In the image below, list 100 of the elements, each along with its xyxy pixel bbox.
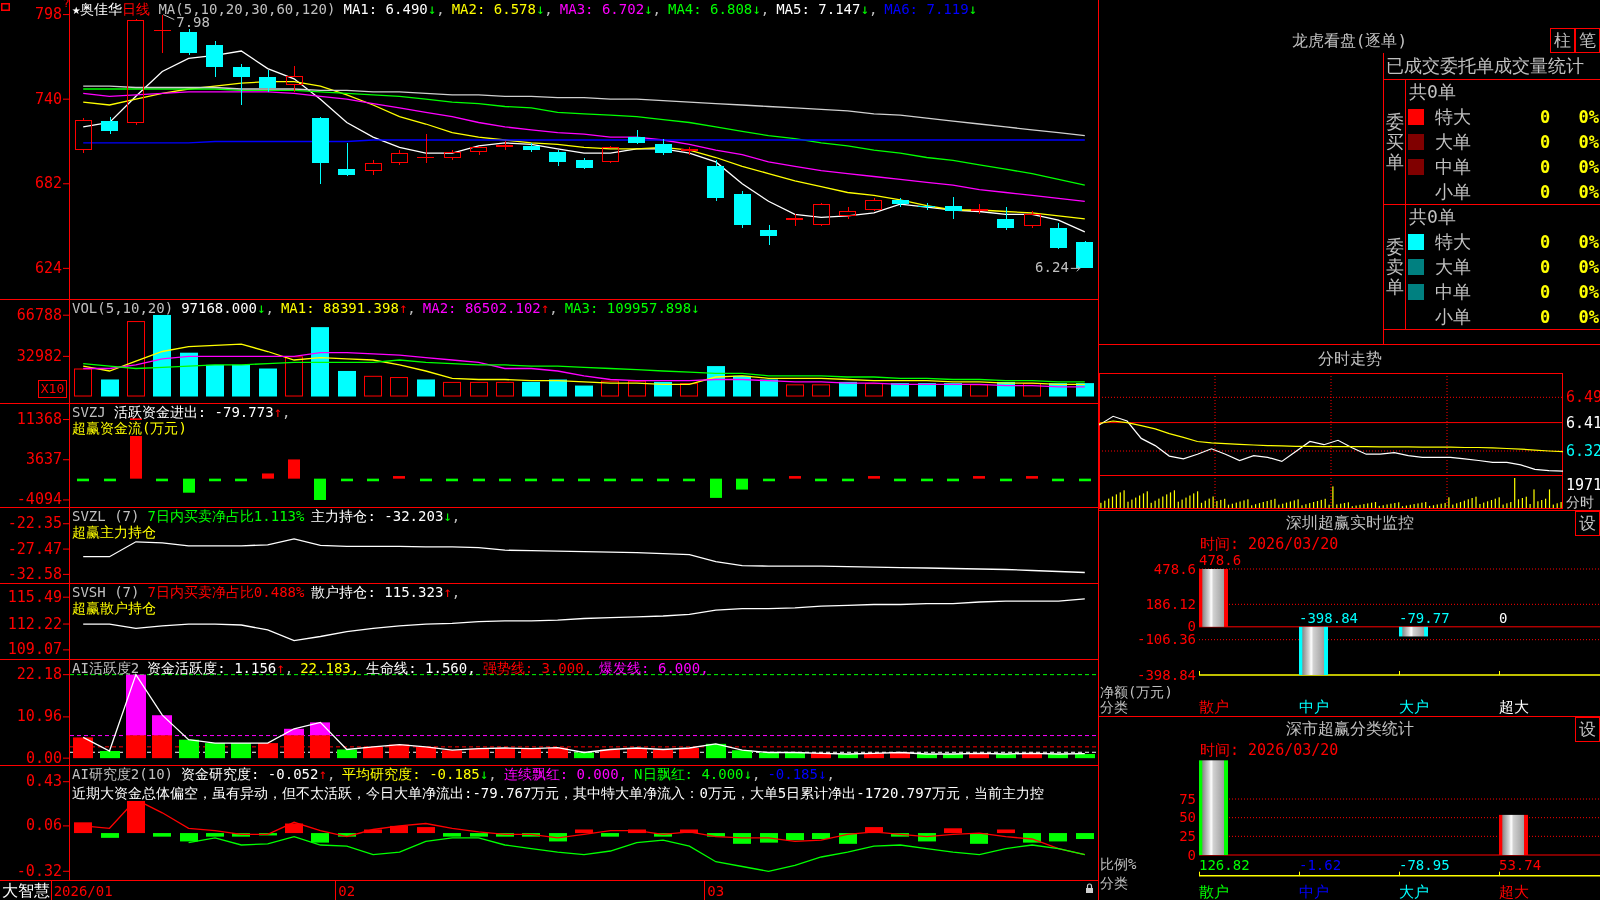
value-label: -398.84 [1299,609,1358,626]
indicator-value: 7日内买卖净占比0.488% [147,584,305,600]
scale-badge: X10 [38,380,67,398]
indicator-name: AI活跃度2 [72,660,140,676]
order-size-label: 特大 [1434,104,1472,129]
indicator-value: 活跃资金进出: -79.773↑, [113,404,291,420]
axis-title: 分类 [1100,875,1128,891]
indicator-note: 超赢资金流(万元) [72,420,187,436]
axis-label: 109.07 [7,640,62,659]
app-name: 大智慧 [2,881,50,900]
axis-label: 11368 [16,410,62,429]
date-label: 02 [338,883,356,899]
order-size-label: 特大 [1434,229,1472,254]
axis-label: 478.6 [1153,560,1196,577]
indicator-value: -0.185↓, [767,766,835,782]
order-count: 0 [1538,181,1552,202]
indicator-value: 散户持仓: 115.323↑, [311,584,461,600]
indicator-name: SVZJ [72,404,106,420]
category-label: 中户 [1299,883,1329,900]
category-label: 中户 [1299,698,1329,716]
indicator-name: SVZL (7) [72,508,140,524]
axis-label: -4094 [16,490,62,508]
table-title: 已成交委托单成交量统计 [1384,53,1600,80]
indicator-value: 主力持仓: -32.203↓, [311,508,461,524]
settings-button[interactable]: 设 [1575,717,1600,742]
indicator-name: AI研究度2(10) [72,766,173,782]
order-count: 0 [1538,306,1552,327]
axis-label: -0.32 [16,861,62,880]
order-size-label: 小单 [1434,179,1472,204]
indicator-value: MA4: 6.808↓, [667,1,770,17]
indicator-value: 资金活跃度: 1.156↑, [147,660,294,676]
axis-label: 0.06 [25,816,62,835]
indicator-name: SVSH (7) [72,584,140,600]
value-label: -78.95 [1399,857,1450,873]
value-label: 478.6 [1199,552,1242,568]
period-label: 日线 [122,1,151,17]
order-size-label: 中单 [1434,279,1472,304]
order-count: 0 [1538,256,1552,277]
panel-title: 分时走势 [1317,348,1382,370]
axis-label: -27.47 [7,539,62,558]
indicator-value: MA5: 7.147↓, [776,1,878,17]
toolbar-button[interactable]: 笔 [1575,28,1600,53]
candlestick [154,14,171,53]
stock-name: 奥佳华 [80,1,123,17]
axis-label: 0 [1187,846,1196,863]
panel-title: 深圳超赢实时监控 [1285,513,1414,534]
date-label: 2026/01 [53,883,113,899]
axis-label: 798 [34,5,62,24]
indicator-value: MA2: 6.578↓, [451,1,553,17]
indicator-value: MA6: 7.119↓ [884,1,978,17]
order-share: 0% [1577,231,1600,252]
indicator-value: 22.183, [300,660,360,676]
settings-button[interactable]: 设 [1575,511,1600,536]
indicator-value: MA1: 88391.398↑, [280,300,416,316]
axis-label: 112.22 [7,614,62,633]
panel-title: 龙虎看盘(逐单) [1291,30,1408,52]
panel-title: 深市超赢分类统计 [1285,719,1414,740]
order-share: 0% [1577,256,1600,277]
indicator-value: 资金研究度: -0.052↑, [181,766,336,782]
axis-label: 115.49 [7,587,62,606]
value-label: 0 [1499,609,1508,626]
axis-label: 682 [34,174,62,193]
order-size-label: 大单 [1434,129,1472,154]
category-label: 大户 [1399,883,1429,900]
indicator-value: MA3: 6.702↓, [559,1,661,17]
indicator-value: 连续飘红: 0.000, [503,766,628,782]
indicator-value: 平均研究度: -0.185↓, [342,766,497,782]
order-count: 0 [1538,231,1552,252]
axis-label: 0.00 [25,748,62,766]
order-share: 0% [1577,181,1600,202]
category-label: 超大 [1499,698,1529,716]
order-share: 0% [1577,281,1600,302]
indicator-value: N日飘红: 4.000↓, [634,766,761,782]
indicator-note: 超赢主力持仓 [72,524,156,540]
axis-label: 22.18 [16,665,62,684]
group-label: 委买单 [1385,112,1404,172]
order-size-label: 大单 [1434,254,1472,279]
candlestick [75,117,92,154]
axis-label: 0.43 [25,772,62,791]
order-share: 0% [1577,156,1600,177]
indicator-value: MA2: 86502.102↑, [422,300,558,316]
axis-label: 740 [34,89,62,108]
group-label: 委卖单 [1385,237,1404,297]
order-share: 0% [1577,106,1600,127]
order-share: 0% [1577,306,1600,327]
indicator-value: 爆发线: 6.000, [599,660,709,676]
axis-label: 66788 [16,305,62,324]
order-count: 0 [1538,131,1552,152]
timestamp: 时间: 2026/03/20 [1200,535,1339,553]
lock-icon [1086,883,1093,893]
order-count: 0 [1538,156,1552,177]
order-count: 0 [1538,281,1552,302]
indicator-value: 97168.000↓, [181,300,274,316]
order-count: 0 [1538,106,1552,127]
toolbar-button[interactable]: 柱 [1550,28,1575,53]
axis-label: 624 [34,258,62,277]
indicator-value: 7日内买卖净占比1.113% [147,508,305,524]
indicator-value: MA1: 6.490↓, [343,1,445,17]
indicator-value: 强势线: 3.000, [482,660,593,676]
square-icon [1,3,10,11]
